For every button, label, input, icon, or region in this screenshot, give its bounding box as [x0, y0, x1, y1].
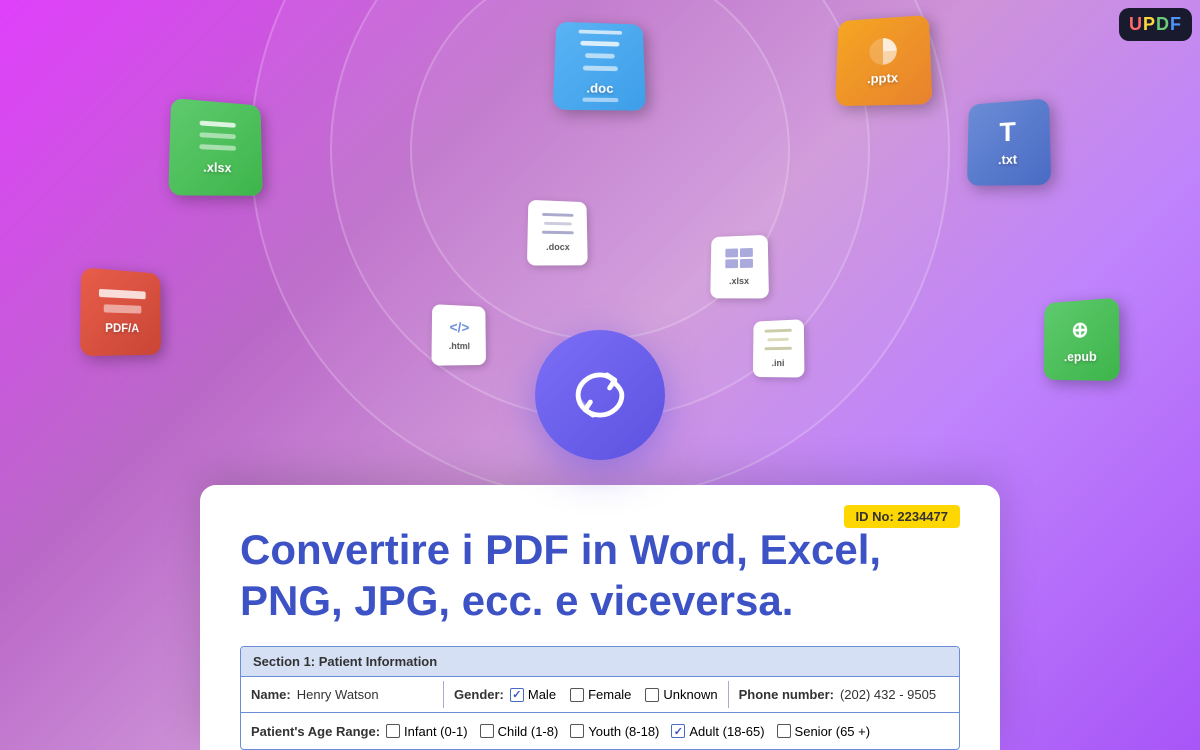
file-icon-html: </> .html: [431, 304, 486, 366]
phone-label: Phone number:: [739, 687, 834, 702]
file-icon-epub: ⊕ .epub: [1044, 298, 1120, 381]
gender-cell: Gender: Male Female Unknown: [444, 681, 729, 708]
gender-label: Gender:: [454, 687, 504, 702]
html-label: .html: [449, 341, 470, 351]
title-line1: Convertire i PDF in Word, Excel,: [240, 526, 881, 573]
age-senior-checkbox[interactable]: [777, 724, 791, 738]
logo-u: U: [1129, 14, 1143, 34]
gender-male-checkbox[interactable]: [510, 688, 524, 702]
title-line2: PNG, JPG, ecc. e viceversa.: [240, 577, 793, 624]
gender-unknown: Unknown: [645, 687, 717, 702]
logo-d: D: [1156, 14, 1170, 34]
file-icon-pdfa: PDF/A: [80, 267, 161, 356]
gender-male: Male: [510, 687, 556, 702]
age-adult-label: Adult (18-65): [689, 724, 764, 739]
content-card: ID No: 2234477 Convertire i PDF in Word,…: [200, 485, 1000, 750]
age-adult: Adult (18-65): [671, 724, 764, 739]
form-header: Section 1: Patient Information: [241, 647, 959, 677]
gender-female: Female: [570, 687, 631, 702]
age-infant-checkbox[interactable]: [386, 724, 400, 738]
age-youth: Youth (8-18): [570, 724, 659, 739]
name-value: Henry Watson: [297, 687, 379, 702]
file-icon-ini: .ini: [753, 319, 805, 377]
age-infant-label: Infant (0-1): [404, 724, 468, 739]
pdfa-label: PDF/A: [105, 321, 139, 336]
id-badge: ID No: 2234477: [844, 505, 961, 528]
gender-female-checkbox[interactable]: [570, 688, 584, 702]
gender-group: Male Female Unknown: [510, 687, 718, 702]
file-icon-xlsx-small: .xlsx: [710, 235, 769, 299]
main-title: Convertire i PDF in Word, Excel, PNG, JP…: [240, 525, 960, 626]
age-child: Child (1-8): [480, 724, 559, 739]
age-adult-checkbox[interactable]: [671, 724, 685, 738]
txt-label: .txt: [998, 152, 1017, 168]
pptx-label: .pptx: [867, 70, 898, 86]
age-infant: Infant (0-1): [386, 724, 468, 739]
age-youth-label: Youth (8-18): [588, 724, 659, 739]
pptx-chart-icon: [863, 35, 903, 67]
updf-logo: UPDF: [1119, 8, 1192, 41]
phone-cell: Phone number: (202) 432 - 9505: [729, 681, 959, 708]
convert-icon[interactable]: [535, 330, 665, 460]
age-youth-checkbox[interactable]: [570, 724, 584, 738]
gender-male-label: Male: [528, 687, 556, 702]
age-senior: Senior (65 +): [777, 724, 871, 739]
gender-female-label: Female: [588, 687, 631, 702]
logo-p: P: [1143, 14, 1156, 34]
age-cell: Patient's Age Range: Infant (0-1) Child …: [241, 718, 959, 745]
file-icon-pptx: .pptx: [835, 15, 932, 106]
docx-small-label: .docx: [546, 242, 570, 252]
xlsx-large-label: .xlsx: [203, 159, 231, 175]
age-child-label: Child (1-8): [498, 724, 559, 739]
phone-value: (202) 432 - 9505: [840, 687, 936, 702]
doc-label: .doc: [586, 80, 613, 96]
file-icon-xlsx-large: .xlsx: [168, 98, 263, 196]
logo-f: F: [1170, 14, 1182, 34]
xlsx-small-label: .xlsx: [729, 275, 749, 285]
name-cell: Name: Henry Watson: [241, 681, 444, 708]
gender-unknown-label: Unknown: [663, 687, 717, 702]
name-label: Name:: [251, 687, 291, 702]
age-child-checkbox[interactable]: [480, 724, 494, 738]
form-row-name: Name: Henry Watson Gender: Male Female: [241, 677, 959, 713]
age-label: Patient's Age Range:: [251, 724, 380, 739]
file-icon-doc: .doc: [553, 22, 646, 111]
file-icon-docx-small: .docx: [527, 200, 588, 266]
age-senior-label: Senior (65 +): [795, 724, 871, 739]
convert-svg: [565, 360, 635, 430]
epub-label: .epub: [1064, 348, 1097, 363]
age-group: Infant (0-1) Child (1-8) Youth (8-18) Ad…: [386, 724, 870, 739]
form-row-age: Patient's Age Range: Infant (0-1) Child …: [241, 713, 959, 749]
patient-form: Section 1: Patient Information Name: Hen…: [240, 646, 960, 750]
gender-unknown-checkbox[interactable]: [645, 688, 659, 702]
file-icon-txt: T .txt: [967, 98, 1051, 186]
ini-label: .ini: [772, 358, 785, 368]
